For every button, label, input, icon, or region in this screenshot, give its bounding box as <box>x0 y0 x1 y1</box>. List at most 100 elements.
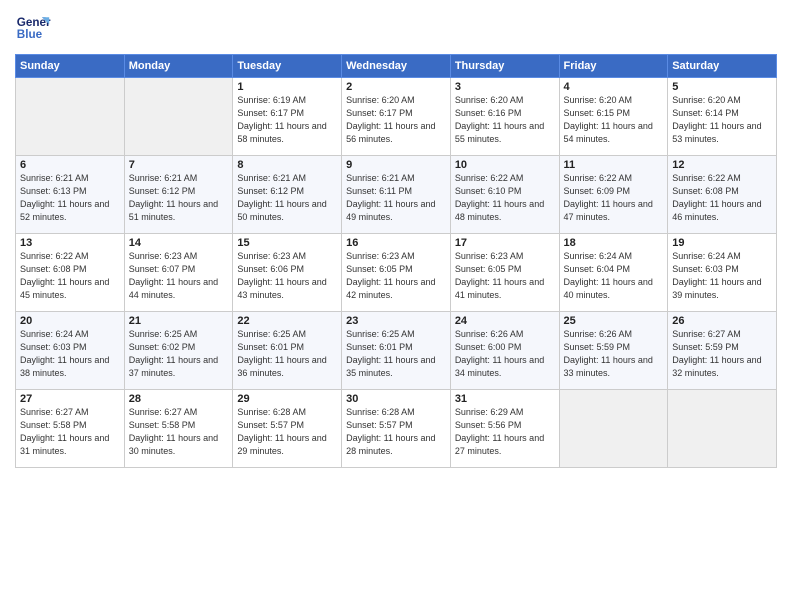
calendar-week-row: 1Sunrise: 6:19 AM Sunset: 6:17 PM Daylig… <box>16 78 777 156</box>
calendar-cell <box>16 78 125 156</box>
day-info: Sunrise: 6:20 AM Sunset: 6:17 PM Dayligh… <box>346 94 446 146</box>
calendar-week-row: 6Sunrise: 6:21 AM Sunset: 6:13 PM Daylig… <box>16 156 777 234</box>
calendar-body: 1Sunrise: 6:19 AM Sunset: 6:17 PM Daylig… <box>16 78 777 468</box>
calendar-cell: 21Sunrise: 6:25 AM Sunset: 6:02 PM Dayli… <box>124 312 233 390</box>
svg-text:Blue: Blue <box>17 28 43 41</box>
calendar-cell: 2Sunrise: 6:20 AM Sunset: 6:17 PM Daylig… <box>342 78 451 156</box>
calendar-cell: 15Sunrise: 6:23 AM Sunset: 6:06 PM Dayli… <box>233 234 342 312</box>
generalblue-icon: General Blue <box>15 10 51 46</box>
day-of-week-row: SundayMondayTuesdayWednesdayThursdayFrid… <box>16 55 777 78</box>
calendar-cell: 10Sunrise: 6:22 AM Sunset: 6:10 PM Dayli… <box>450 156 559 234</box>
day-number: 4 <box>564 81 664 93</box>
calendar-table: SundayMondayTuesdayWednesdayThursdayFrid… <box>15 54 777 468</box>
day-number: 29 <box>237 393 337 405</box>
calendar-cell <box>668 390 777 468</box>
day-number: 2 <box>346 81 446 93</box>
calendar-cell <box>559 390 668 468</box>
calendar-cell: 12Sunrise: 6:22 AM Sunset: 6:08 PM Dayli… <box>668 156 777 234</box>
calendar-cell: 20Sunrise: 6:24 AM Sunset: 6:03 PM Dayli… <box>16 312 125 390</box>
day-info: Sunrise: 6:29 AM Sunset: 5:56 PM Dayligh… <box>455 406 555 458</box>
calendar-cell: 16Sunrise: 6:23 AM Sunset: 6:05 PM Dayli… <box>342 234 451 312</box>
day-info: Sunrise: 6:28 AM Sunset: 5:57 PM Dayligh… <box>346 406 446 458</box>
calendar-cell: 29Sunrise: 6:28 AM Sunset: 5:57 PM Dayli… <box>233 390 342 468</box>
day-of-week-header: Thursday <box>450 55 559 78</box>
day-number: 5 <box>672 81 772 93</box>
calendar-cell: 9Sunrise: 6:21 AM Sunset: 6:11 PM Daylig… <box>342 156 451 234</box>
day-info: Sunrise: 6:23 AM Sunset: 6:06 PM Dayligh… <box>237 250 337 302</box>
day-info: Sunrise: 6:21 AM Sunset: 6:12 PM Dayligh… <box>237 172 337 224</box>
day-info: Sunrise: 6:22 AM Sunset: 6:10 PM Dayligh… <box>455 172 555 224</box>
calendar-cell: 18Sunrise: 6:24 AM Sunset: 6:04 PM Dayli… <box>559 234 668 312</box>
day-of-week-header: Sunday <box>16 55 125 78</box>
day-number: 6 <box>20 159 120 171</box>
day-number: 20 <box>20 315 120 327</box>
calendar-cell: 4Sunrise: 6:20 AM Sunset: 6:15 PM Daylig… <box>559 78 668 156</box>
day-number: 30 <box>346 393 446 405</box>
day-of-week-header: Friday <box>559 55 668 78</box>
day-info: Sunrise: 6:22 AM Sunset: 6:09 PM Dayligh… <box>564 172 664 224</box>
day-info: Sunrise: 6:22 AM Sunset: 6:08 PM Dayligh… <box>20 250 120 302</box>
day-number: 15 <box>237 237 337 249</box>
day-number: 17 <box>455 237 555 249</box>
day-info: Sunrise: 6:23 AM Sunset: 6:05 PM Dayligh… <box>346 250 446 302</box>
day-number: 10 <box>455 159 555 171</box>
calendar-cell: 1Sunrise: 6:19 AM Sunset: 6:17 PM Daylig… <box>233 78 342 156</box>
day-number: 12 <box>672 159 772 171</box>
day-of-week-header: Tuesday <box>233 55 342 78</box>
calendar-cell <box>124 78 233 156</box>
day-number: 13 <box>20 237 120 249</box>
day-number: 8 <box>237 159 337 171</box>
calendar-cell: 30Sunrise: 6:28 AM Sunset: 5:57 PM Dayli… <box>342 390 451 468</box>
calendar-cell: 31Sunrise: 6:29 AM Sunset: 5:56 PM Dayli… <box>450 390 559 468</box>
calendar-cell: 27Sunrise: 6:27 AM Sunset: 5:58 PM Dayli… <box>16 390 125 468</box>
calendar-cell: 25Sunrise: 6:26 AM Sunset: 5:59 PM Dayli… <box>559 312 668 390</box>
calendar-cell: 22Sunrise: 6:25 AM Sunset: 6:01 PM Dayli… <box>233 312 342 390</box>
day-info: Sunrise: 6:26 AM Sunset: 6:00 PM Dayligh… <box>455 328 555 380</box>
day-info: Sunrise: 6:27 AM Sunset: 5:58 PM Dayligh… <box>20 406 120 458</box>
calendar-week-row: 13Sunrise: 6:22 AM Sunset: 6:08 PM Dayli… <box>16 234 777 312</box>
day-info: Sunrise: 6:27 AM Sunset: 5:58 PM Dayligh… <box>129 406 229 458</box>
day-number: 23 <box>346 315 446 327</box>
day-info: Sunrise: 6:25 AM Sunset: 6:01 PM Dayligh… <box>237 328 337 380</box>
day-of-week-header: Wednesday <box>342 55 451 78</box>
calendar-cell: 13Sunrise: 6:22 AM Sunset: 6:08 PM Dayli… <box>16 234 125 312</box>
calendar-cell: 17Sunrise: 6:23 AM Sunset: 6:05 PM Dayli… <box>450 234 559 312</box>
day-info: Sunrise: 6:21 AM Sunset: 6:11 PM Dayligh… <box>346 172 446 224</box>
day-number: 9 <box>346 159 446 171</box>
day-info: Sunrise: 6:20 AM Sunset: 6:16 PM Dayligh… <box>455 94 555 146</box>
calendar-cell: 24Sunrise: 6:26 AM Sunset: 6:00 PM Dayli… <box>450 312 559 390</box>
calendar-cell: 26Sunrise: 6:27 AM Sunset: 5:59 PM Dayli… <box>668 312 777 390</box>
day-number: 26 <box>672 315 772 327</box>
day-number: 24 <box>455 315 555 327</box>
day-info: Sunrise: 6:27 AM Sunset: 5:59 PM Dayligh… <box>672 328 772 380</box>
day-info: Sunrise: 6:20 AM Sunset: 6:14 PM Dayligh… <box>672 94 772 146</box>
calendar-cell: 19Sunrise: 6:24 AM Sunset: 6:03 PM Dayli… <box>668 234 777 312</box>
day-number: 14 <box>129 237 229 249</box>
day-info: Sunrise: 6:24 AM Sunset: 6:04 PM Dayligh… <box>564 250 664 302</box>
page: General Blue SundayMondayTuesdayWednesda… <box>0 0 792 612</box>
day-info: Sunrise: 6:23 AM Sunset: 6:07 PM Dayligh… <box>129 250 229 302</box>
header: General Blue <box>15 10 777 46</box>
day-info: Sunrise: 6:21 AM Sunset: 6:13 PM Dayligh… <box>20 172 120 224</box>
day-number: 11 <box>564 159 664 171</box>
calendar-week-row: 20Sunrise: 6:24 AM Sunset: 6:03 PM Dayli… <box>16 312 777 390</box>
day-info: Sunrise: 6:25 AM Sunset: 6:01 PM Dayligh… <box>346 328 446 380</box>
day-number: 19 <box>672 237 772 249</box>
day-number: 1 <box>237 81 337 93</box>
calendar-cell: 28Sunrise: 6:27 AM Sunset: 5:58 PM Dayli… <box>124 390 233 468</box>
day-number: 7 <box>129 159 229 171</box>
day-number: 16 <box>346 237 446 249</box>
day-number: 22 <box>237 315 337 327</box>
day-number: 18 <box>564 237 664 249</box>
logo: General Blue <box>15 10 53 46</box>
day-info: Sunrise: 6:19 AM Sunset: 6:17 PM Dayligh… <box>237 94 337 146</box>
calendar-cell: 3Sunrise: 6:20 AM Sunset: 6:16 PM Daylig… <box>450 78 559 156</box>
calendar-cell: 14Sunrise: 6:23 AM Sunset: 6:07 PM Dayli… <box>124 234 233 312</box>
day-number: 31 <box>455 393 555 405</box>
day-info: Sunrise: 6:24 AM Sunset: 6:03 PM Dayligh… <box>672 250 772 302</box>
day-info: Sunrise: 6:26 AM Sunset: 5:59 PM Dayligh… <box>564 328 664 380</box>
day-info: Sunrise: 6:28 AM Sunset: 5:57 PM Dayligh… <box>237 406 337 458</box>
calendar-cell: 7Sunrise: 6:21 AM Sunset: 6:12 PM Daylig… <box>124 156 233 234</box>
day-number: 3 <box>455 81 555 93</box>
day-of-week-header: Monday <box>124 55 233 78</box>
